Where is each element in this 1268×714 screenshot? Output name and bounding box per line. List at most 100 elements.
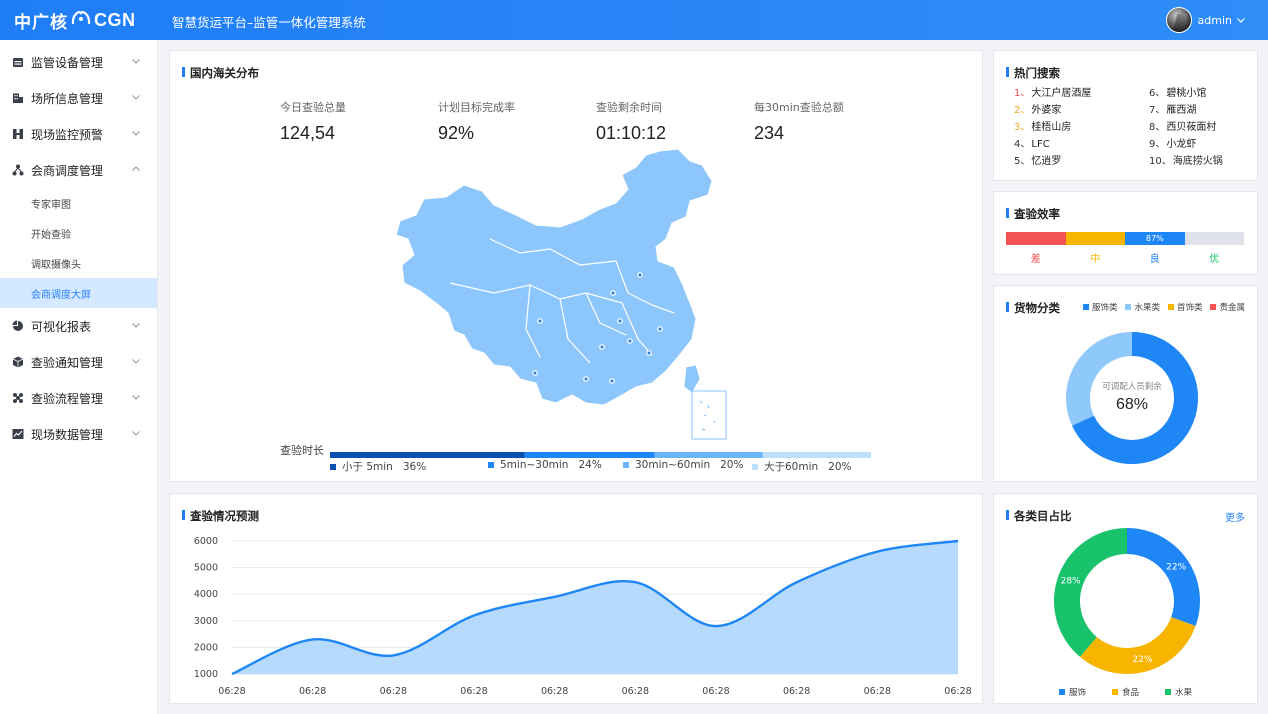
chart-icon (12, 429, 24, 439)
logo-text-cn: 中广核 (14, 12, 68, 33)
efficiency-label: 中 (1090, 254, 1101, 265)
sidebar-item-label: 查验流程管理 (31, 391, 104, 406)
donut-slice[interactable] (1054, 528, 1127, 657)
goods-legend-item[interactable]: 贵金属 (1210, 301, 1245, 313)
y-tick-label: 4000 (194, 589, 218, 600)
hot-search-item[interactable]: 2、外婆家 (1014, 104, 1149, 118)
efficiency-segment (1065, 232, 1125, 245)
more-link[interactable]: 更多 (1225, 509, 1245, 524)
goods-legend-item[interactable]: 首饰类 (1167, 301, 1202, 313)
stat-remaining-time: 查验剩余时间 01:10:12 (596, 99, 666, 144)
forecast-panel: 查验情况预测 1000 2000 3000 4000 5000 6000 06:28 06:2… (169, 493, 983, 704)
duration-segment (330, 452, 525, 458)
category-legend-label: 食品 (1121, 688, 1139, 698)
sidebar-item-label: 现场监控预警 (31, 127, 104, 142)
x-tick-label: 06:28 (380, 686, 407, 697)
sidebar-item-device[interactable]: 监管设备管理 (0, 44, 157, 80)
chevron-down-icon (132, 131, 140, 136)
hot-search-rank: 2、 (1014, 105, 1031, 116)
goods-legend-item[interactable]: 水果类 (1125, 301, 1160, 313)
sidebar-item-label: 监管设备管理 (31, 55, 104, 70)
donut-slice[interactable] (1127, 528, 1200, 626)
donut-center-label: 可调配人员剩余 (1102, 382, 1162, 392)
sidebar-item-notice[interactable]: 查验通知管理 (0, 344, 157, 380)
duration-legend-label: 大于60min (764, 461, 819, 473)
user-menu[interactable]: admin (1165, 7, 1246, 33)
category-legend-item[interactable]: 食品 (1111, 686, 1139, 698)
sidebar-item-report[interactable]: 可视化报表 (0, 308, 157, 344)
stat-label: 查验剩余时间 (596, 101, 662, 114)
x-tick-label: 06:28 (622, 686, 649, 697)
donut-slice[interactable] (1080, 617, 1196, 674)
china-map[interactable] (390, 143, 760, 443)
duration-legend-pct: 36% (402, 460, 427, 473)
customs-map-panel: 国内海关分布 今日查验总量 124,54 计划目标完成率 92% 查验剩余时间 … (169, 50, 983, 482)
hot-search-item[interactable]: 5、忆逍罗 (1014, 155, 1149, 169)
forecast-line-chart[interactable]: 1000 2000 3000 4000 5000 6000 06:28 06:28 06:28 0… (170, 494, 984, 705)
goods-legend-item[interactable]: 服饰类 (1082, 301, 1118, 313)
duration-legend-item: 小于 5min 36% (330, 459, 426, 474)
sidebar-subitem-dashboard[interactable]: 会商调度大屏 (0, 278, 157, 308)
stat-value: 01:10:12 (596, 123, 667, 143)
hot-search-item[interactable]: 8、西贝莜面村 (1149, 121, 1259, 135)
category-share-panel: 各类目占比 更多 22% 22% 28% 服饰 食品 水果 (993, 493, 1258, 704)
chevron-down-icon (132, 395, 140, 400)
logo-text-en: CGN (94, 9, 136, 30)
chevron-down-icon (132, 59, 140, 64)
logo[interactable]: 中广核 CGN (0, 0, 158, 40)
hot-search-item[interactable]: 1、大江户居酒屋 (1014, 87, 1149, 101)
category-legend-item[interactable]: 服饰 (1058, 686, 1086, 698)
goods-legend-label: 服饰类 (1091, 303, 1118, 313)
hot-search-name: 海底捞火锅 (1172, 156, 1223, 167)
slice-label: 28% (1061, 576, 1081, 586)
hot-search-item[interactable]: 9、小龙虾 (1149, 138, 1259, 152)
category-legend-item[interactable]: 水果 (1165, 686, 1192, 698)
hot-search-item[interactable]: 6、碧桃小馆 (1149, 87, 1259, 101)
hot-search-rank: 7、 (1149, 105, 1166, 116)
sidebar-item-monitor[interactable]: 现场监控预警 (0, 116, 157, 152)
stat-label: 今日查验总量 (280, 101, 346, 114)
hot-search-name: 外婆家 (1031, 105, 1062, 116)
sidebar-item-site[interactable]: 场所信息管理 (0, 80, 157, 116)
duration-legend-item: 5min~30min 24% (488, 459, 602, 471)
efficiency-label: 优 (1209, 254, 1220, 265)
hot-search-item[interactable]: 7、雁西湖 (1149, 104, 1259, 118)
hot-search-item[interactable]: 4、LFC (1014, 138, 1149, 152)
chevron-down-icon (132, 359, 140, 364)
sidebar-subitem-expert[interactable]: 专家审图 (0, 188, 157, 218)
flow-icon (13, 393, 23, 403)
avatar[interactable] (1165, 7, 1192, 33)
cube-icon (12, 356, 24, 368)
x-tick-label: 06:28 (218, 686, 245, 697)
y-tick-label: 6000 (194, 536, 218, 547)
duration-legend-pct: 24% (578, 459, 602, 471)
sidebar-subitem-camera[interactable]: 调取摄像头 (0, 248, 157, 278)
sidebar-item-label: 查验通知管理 (31, 355, 104, 370)
hot-search-item[interactable]: 3、桂梧山房 (1014, 121, 1149, 135)
panel-title: 各类目占比 (1006, 508, 1072, 524)
duration-legend-item: 30min~60min 20% (623, 459, 743, 471)
stat-per-30min: 每30min查验总额 234 (754, 99, 844, 144)
sidebar-item-flow[interactable]: 查验流程管理 (0, 380, 157, 416)
building-icon (13, 93, 23, 103)
efficiency-segment (1006, 232, 1066, 245)
app-title: 智慧货运平台–监管一体化管理系统 (172, 15, 366, 30)
stat-value: 92% (438, 123, 475, 143)
category-donut-chart[interactable]: 22% 22% 28% (1052, 528, 1202, 678)
efficiency-label: 良 (1149, 254, 1160, 265)
y-tick-label: 5000 (194, 563, 218, 574)
sidebar-item-dispatch[interactable]: 会商调度管理 (0, 152, 157, 188)
sidebar-subitem-start[interactable]: 开始查验 (0, 218, 157, 248)
legend-swatch (488, 462, 494, 468)
top-header: 中广核 CGN 智慧货运平台–监管一体化管理系统 admin (0, 0, 1268, 40)
hot-search-rank: 10、 (1149, 156, 1172, 167)
sidebar-item-data[interactable]: 现场数据管理 (0, 416, 157, 452)
hot-search-rank: 3、 (1014, 122, 1031, 133)
goods-legend-label: 贵金属 (1219, 303, 1245, 313)
goods-donut-center: 可调配人员剩余 68% (1064, 380, 1200, 414)
y-tick-label: 1000 (194, 669, 218, 680)
hot-search-rank: 4、 (1014, 139, 1031, 150)
efficiency-panel: 查验效率 87% 差 中 良 优 (993, 191, 1258, 275)
hot-search-name: 碧桃小馆 (1166, 88, 1207, 99)
hot-search-item[interactable]: 10、海底捞火锅 (1149, 155, 1259, 169)
